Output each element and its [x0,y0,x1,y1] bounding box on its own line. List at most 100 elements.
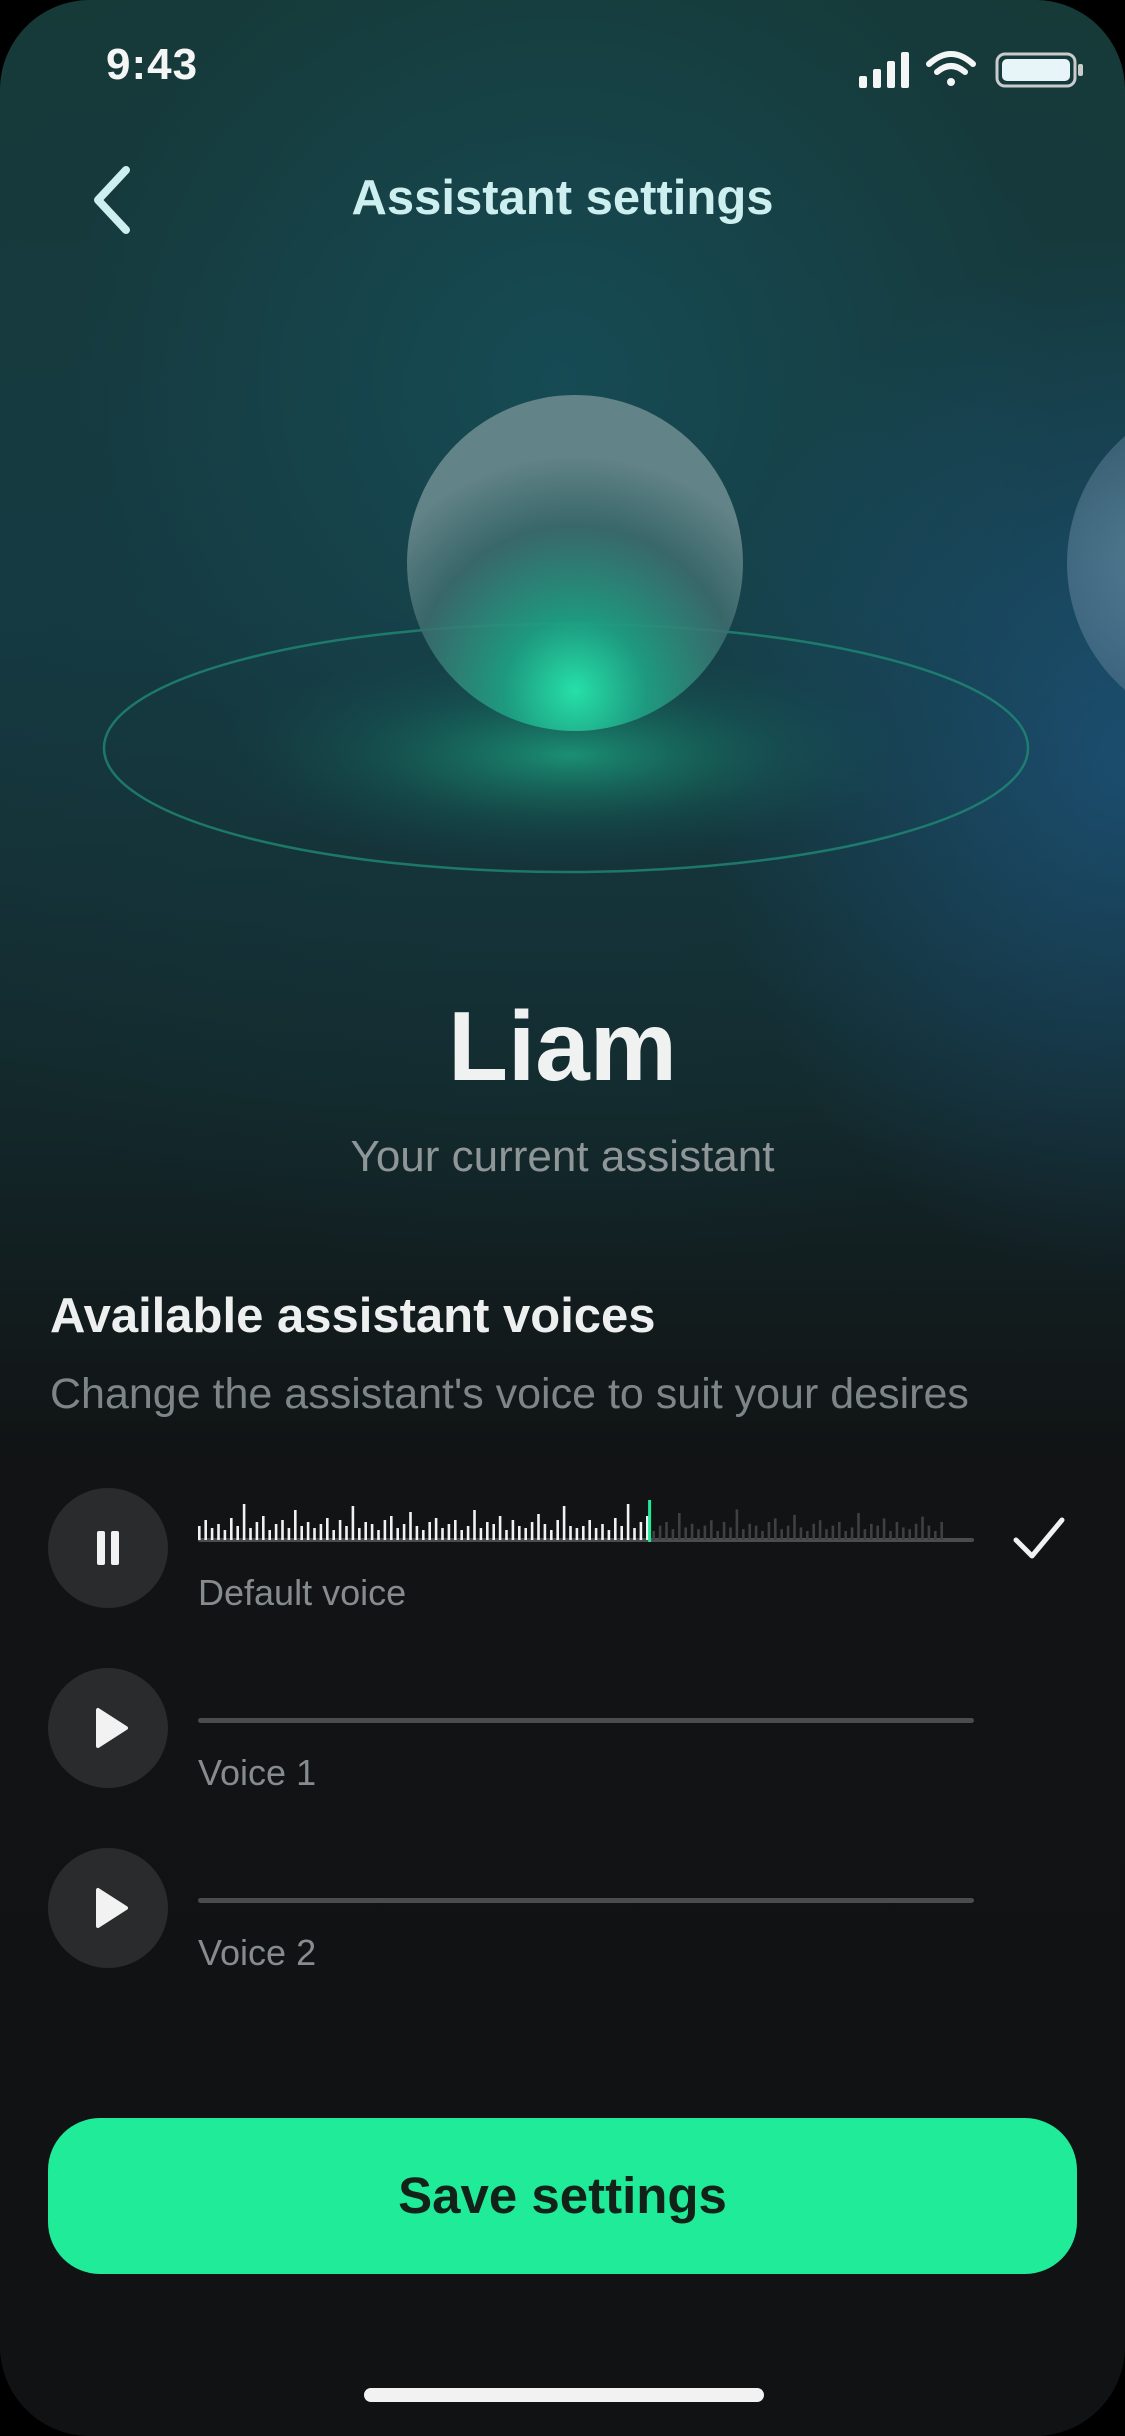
voice-waveform[interactable] [198,1488,974,1568]
waveform-bar [934,1531,937,1540]
waveform-bar [716,1531,719,1540]
waveform-bar [242,1504,246,1540]
voice-row-default[interactable]: Default voice [48,1488,1088,1613]
waveform-bar [217,1524,220,1540]
waveform-bar [249,1528,252,1540]
waveform-bar [390,1516,393,1540]
waveform-bar [313,1528,316,1540]
waveform-bar [434,1518,438,1540]
voice-row-2[interactable]: Voice 2 [48,1848,1088,1973]
wifi-icon [926,51,976,86]
waveform-playhead [648,1500,652,1542]
waveform-bar [767,1522,771,1540]
waveform-bar [806,1531,809,1540]
waveform-bar [742,1529,745,1540]
pause-button[interactable] [48,1488,168,1608]
waveform-bar [262,1516,265,1540]
waveform-bar [466,1526,470,1540]
waveform-bar [812,1523,815,1540]
assistant-name: Liam [448,991,677,1101]
voice-label: Voice 2 [198,1932,317,1973]
waveform-bar [831,1525,835,1540]
voices-section-title: Available assistant voices [50,1289,656,1343]
home-indicator[interactable] [364,2388,764,2402]
waveform-bar [735,1509,739,1540]
waveform-bar [223,1530,227,1540]
waveform-bar [210,1528,214,1540]
waveform-bar [473,1510,476,1540]
waveform-bar [940,1522,943,1540]
waveform-bar [454,1520,457,1540]
waveform-bar [204,1520,207,1540]
save-settings-button[interactable]: Save settings [48,2118,1077,2274]
waveform-bar [319,1524,323,1540]
page-title: Assistant settings [351,171,774,225]
waveform-bar [838,1522,841,1540]
waveform-bar [902,1527,905,1540]
play-button[interactable] [48,1668,168,1788]
waveform-bar [793,1514,796,1540]
battery-icon [995,52,1083,88]
waveform-bar [255,1522,259,1540]
waveform-bar [530,1522,534,1540]
status-time: 9:43 [106,40,199,89]
waveform-bar [857,1513,860,1540]
play-button[interactable] [48,1848,168,1968]
waveform-bar [620,1526,623,1540]
waveform-bar [690,1523,694,1540]
waveform-bar [326,1518,329,1540]
waveform-bar [710,1520,713,1540]
waveform-bar [518,1526,521,1540]
assistant-subtitle: Your current assistant [350,1132,775,1181]
waveform-bar [729,1527,732,1540]
next-assistant-orb [1067,436,1125,690]
waveform-bar [748,1523,751,1540]
waveform-bar [601,1524,604,1540]
waveform-bar [614,1518,617,1540]
assistant-orb-carousel[interactable] [0,360,1125,920]
waveform-bar [921,1516,924,1540]
waveform-bar [402,1524,406,1540]
waveform-bar [370,1524,374,1540]
waveform-bar [882,1518,886,1540]
waveform-bar [415,1526,419,1540]
waveform-bar [345,1526,348,1540]
waveform-bar [780,1529,783,1540]
waveform-bar [338,1520,342,1540]
waveform-bar [537,1514,540,1540]
waveform-bar [914,1523,918,1540]
waveform-bar [678,1513,681,1540]
voice-label: Voice 1 [198,1752,317,1793]
waveform-bar [665,1522,668,1540]
waveform-bar [703,1525,707,1540]
waveform-bar [633,1528,636,1540]
status-icons [859,50,1087,90]
waveform-bar [818,1520,822,1540]
waveform-bar [626,1504,630,1540]
selected-check-icon [1008,1508,1068,1568]
waveform-bar [754,1525,758,1540]
waveform-bar [684,1527,687,1540]
waveform-bar [722,1522,726,1540]
voice-progress-track[interactable] [198,1718,974,1723]
waveform-bar [230,1518,233,1540]
waveform-bar [697,1529,700,1540]
waveform-bar [870,1523,873,1540]
waveform-bar [364,1522,367,1540]
waveform-bar [575,1528,579,1540]
waveform-bar [889,1531,892,1540]
waveform-bar [562,1506,566,1540]
voice-row-1[interactable]: Voice 1 [48,1668,1088,1793]
waveform-bar [287,1528,291,1540]
waveform-bar [550,1530,553,1540]
play-icon [96,1708,128,1748]
voice-progress-track[interactable] [198,1898,974,1903]
waveform-bar [358,1528,361,1540]
phone-screen: 9:43 Assistant settings Liam Your curren… [0,0,1125,2436]
waveform-bar [607,1530,611,1540]
waveform-bar [511,1520,515,1540]
waveform-bar [556,1520,559,1540]
waveform-bar [294,1510,297,1540]
waveform-bar [908,1529,911,1540]
waveform-bar [306,1522,310,1540]
